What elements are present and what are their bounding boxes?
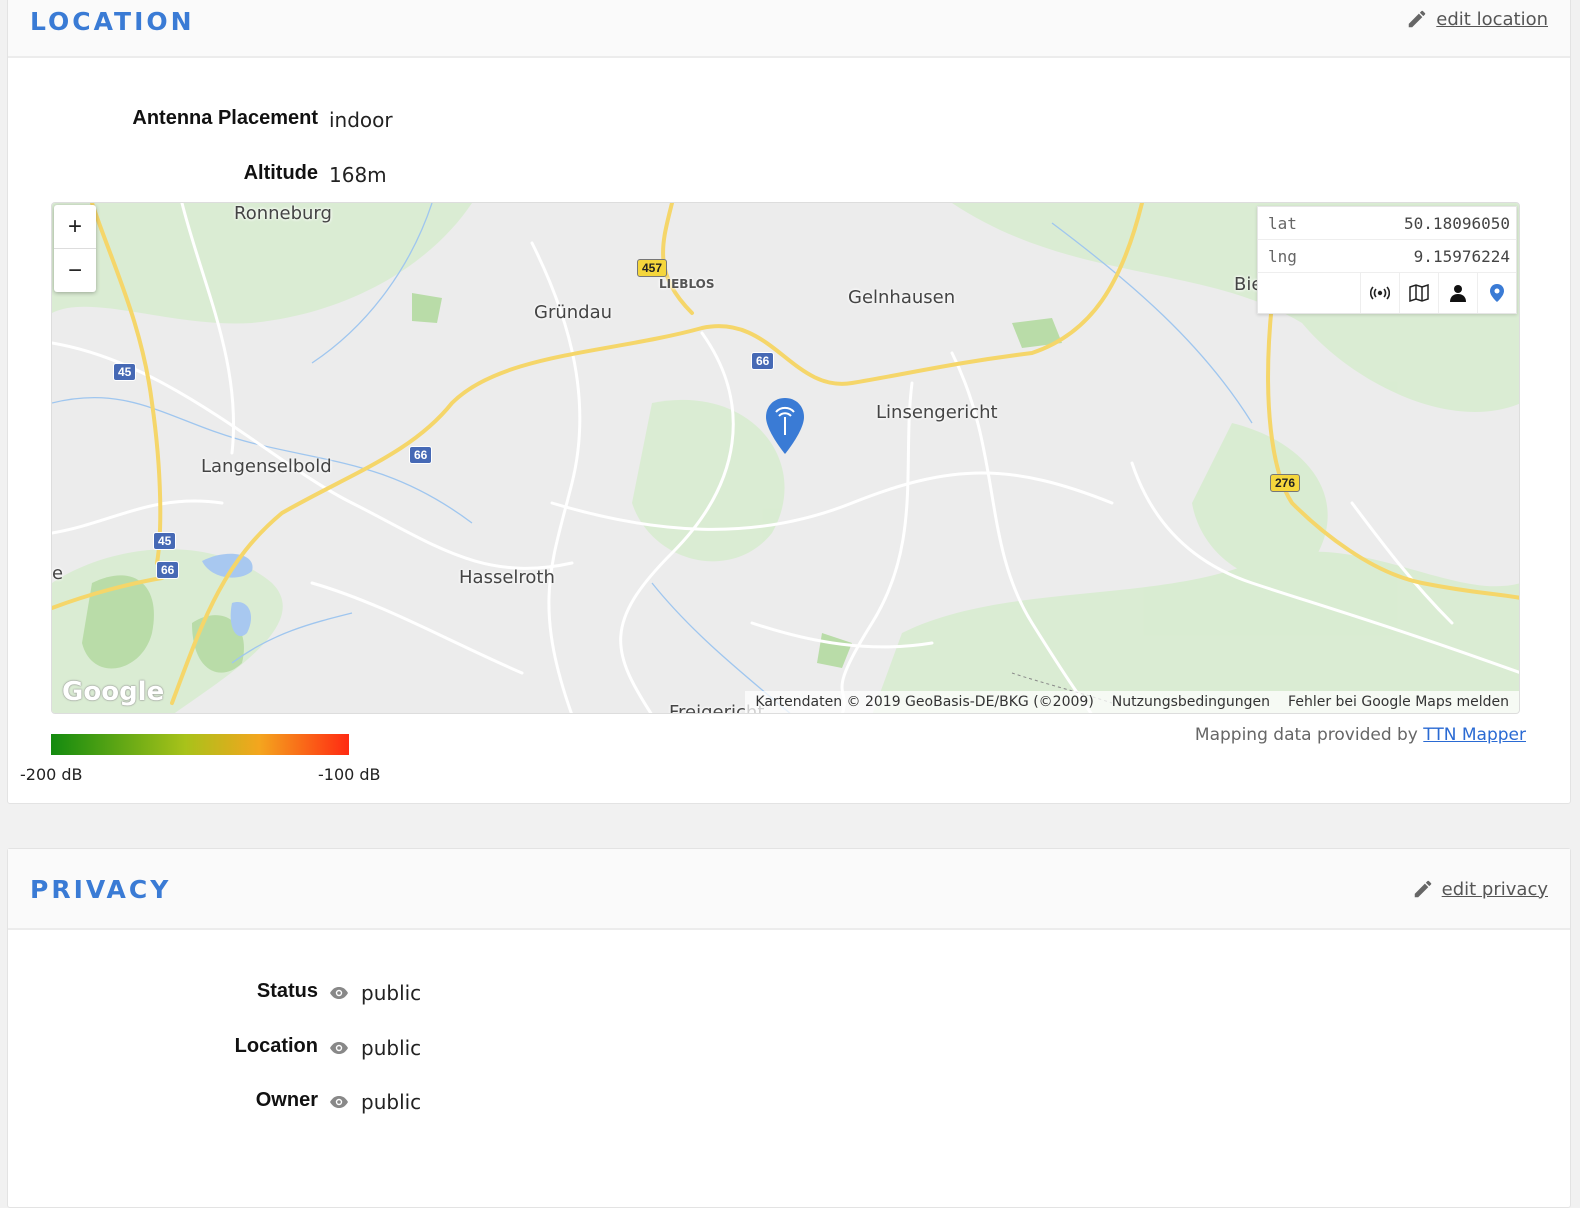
lng-key: lng bbox=[1268, 246, 1297, 266]
coverage-map[interactable]: Ronneburg LIEBLOS Gründau Gelnhausen Bie… bbox=[51, 202, 1520, 714]
map-attribution: Kartendaten © 2019 GeoBasis-DE/BKG (©200… bbox=[745, 691, 1519, 713]
eye-icon bbox=[330, 1042, 348, 1054]
antenna-placement-label: Antenna Placement bbox=[132, 107, 318, 129]
pencil-icon bbox=[1409, 10, 1426, 28]
signal-legend-bar bbox=[51, 734, 349, 755]
owner-value: public bbox=[361, 1090, 422, 1114]
privacy-card: PRIVACY edit privacy Status public Locat… bbox=[7, 848, 1571, 1208]
map-data-attribution: Kartendaten © 2019 GeoBasis-DE/BKG (©200… bbox=[755, 694, 1094, 710]
zoom-in-button[interactable]: + bbox=[54, 205, 96, 249]
legend-max-label: -100 dB bbox=[318, 765, 381, 784]
place-ronneburg: Ronneburg bbox=[234, 203, 332, 224]
road-shield-45-top: 45 bbox=[113, 363, 137, 381]
place-linsengericht: Linsengericht bbox=[876, 402, 998, 423]
antenna-icon bbox=[1370, 286, 1390, 300]
location-card-header: LOCATION edit location bbox=[8, 0, 1570, 58]
privacy-card-header: PRIVACY edit privacy bbox=[8, 849, 1570, 930]
road-shield-276: 276 bbox=[1270, 474, 1301, 492]
lat-key: lat bbox=[1268, 213, 1297, 233]
zoom-controls: + − bbox=[54, 205, 96, 292]
privacy-status-row: Status public bbox=[8, 980, 421, 1006]
road-shield-66-center: 66 bbox=[751, 352, 775, 370]
road-shield-66-left: 66 bbox=[409, 446, 433, 464]
lng-value: 9.15976224 bbox=[1413, 246, 1510, 266]
google-logo: Google bbox=[62, 677, 165, 707]
lat-row: lat 50.18096050 bbox=[1258, 207, 1516, 240]
owner-label: Owner bbox=[255, 1089, 318, 1111]
map-icon bbox=[1409, 284, 1429, 302]
eye-icon bbox=[330, 1096, 348, 1108]
lng-row: lng 9.15976224 bbox=[1258, 240, 1516, 273]
owner-button[interactable] bbox=[1438, 273, 1477, 313]
antenna-toggle-button[interactable] bbox=[1360, 273, 1399, 313]
lat-value: 50.18096050 bbox=[1404, 213, 1510, 233]
location-privacy-label: Location bbox=[234, 1035, 318, 1057]
map-layer-button[interactable] bbox=[1399, 273, 1438, 313]
place-hasselroth: Hasselroth bbox=[459, 567, 555, 588]
mapping-credit: Mapping data provided by TTN Mapper bbox=[1195, 725, 1526, 745]
pin-icon bbox=[1490, 284, 1504, 302]
location-pin-button[interactable] bbox=[1477, 273, 1516, 313]
place-gruendau: Gründau bbox=[534, 302, 613, 323]
location-title: LOCATION bbox=[30, 7, 195, 36]
coordinate-panel: lat 50.18096050 lng 9.15976224 bbox=[1257, 206, 1517, 314]
road-shield-45-bottom: 45 bbox=[153, 532, 177, 550]
altitude-row: Altitude 168m bbox=[8, 162, 1570, 188]
person-icon bbox=[1450, 285, 1466, 302]
privacy-location-row: Location public bbox=[8, 1035, 422, 1061]
edit-privacy-link[interactable]: edit privacy bbox=[1412, 878, 1548, 900]
antenna-placement-row: Antenna Placement indoor bbox=[8, 107, 1570, 133]
eye-icon bbox=[330, 987, 348, 999]
location-card: LOCATION edit location Antenna Placement… bbox=[7, 0, 1571, 804]
road-shield-457: 457 bbox=[637, 259, 668, 277]
edit-location-label[interactable]: edit location bbox=[1436, 9, 1548, 30]
zoom-out-button[interactable]: − bbox=[54, 249, 96, 292]
report-error-link[interactable]: Fehler bei Google Maps melden bbox=[1288, 694, 1509, 710]
status-value: public bbox=[361, 981, 422, 1005]
mapping-credit-text: Mapping data provided by bbox=[1194, 725, 1418, 745]
legend-min-label: -200 dB bbox=[20, 765, 83, 784]
privacy-title: PRIVACY bbox=[30, 875, 172, 904]
terms-link[interactable]: Nutzungsbedingungen bbox=[1112, 694, 1270, 710]
antenna-placement-value: indoor bbox=[329, 108, 393, 132]
place-gelnhausen: Gelnhausen bbox=[848, 287, 956, 308]
location-privacy-value: public bbox=[361, 1036, 422, 1060]
altitude-value: 168m bbox=[329, 163, 387, 187]
place-langenselbold: Langenselbold bbox=[201, 456, 332, 477]
map-toolbar bbox=[1258, 273, 1516, 313]
edit-location-link[interactable]: edit location bbox=[1406, 8, 1548, 30]
ttn-mapper-link[interactable]: TTN Mapper bbox=[1423, 725, 1526, 745]
pencil-icon bbox=[1414, 880, 1431, 898]
gateway-marker-icon[interactable] bbox=[765, 398, 805, 456]
edit-privacy-label[interactable]: edit privacy bbox=[1442, 879, 1548, 900]
place-edge-e: e bbox=[52, 563, 64, 584]
road-shield-66-bottom: 66 bbox=[156, 561, 180, 579]
privacy-owner-row: Owner public bbox=[8, 1089, 421, 1115]
place-lieblos: LIEBLOS bbox=[659, 277, 715, 291]
status-label: Status bbox=[256, 980, 318, 1002]
altitude-label: Altitude bbox=[243, 162, 318, 184]
